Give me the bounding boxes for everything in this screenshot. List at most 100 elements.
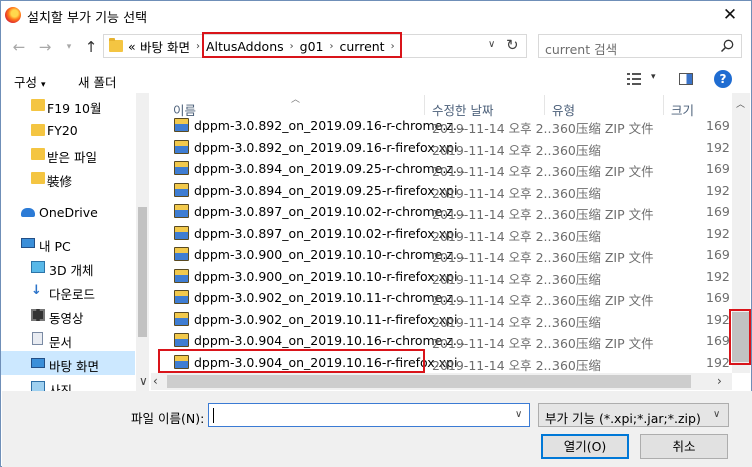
folder-icon xyxy=(31,172,45,184)
address-bar[interactable]: « › 바탕 화면 › AltusAddons › g01 › current … xyxy=(103,32,527,58)
nav-item-renovation[interactable]: 裝修 xyxy=(1,166,135,190)
nav-item-documents[interactable]: 문서 xyxy=(1,327,135,351)
scroll-left-icon[interactable]: ‹ xyxy=(153,374,158,388)
file-name: dppm-3.0.892_on_2019.09.16-r-chrome.z... xyxy=(194,118,465,133)
file-list-horizontal-scrollbar[interactable]: ‹ › xyxy=(151,373,732,390)
folder-icon xyxy=(109,38,123,52)
window-title: 설치할 부가 기능 선택 xyxy=(27,11,148,26)
file-date: 2019-11-14 오후 2... xyxy=(432,271,556,287)
cancel-button[interactable]: 취소 xyxy=(640,434,728,459)
file-row[interactable]: dppm-3.0.902_on_2019.10.11-r-chrome.z...… xyxy=(151,287,731,309)
download-icon: ↓ xyxy=(31,283,42,298)
search-placeholder: current 검색 xyxy=(545,42,618,57)
computer-icon xyxy=(21,238,35,248)
file-row[interactable]: dppm-3.0.900_on_2019.10.10-r-firefox.xpi… xyxy=(151,266,731,288)
search-input[interactable]: current 검색 xyxy=(538,34,742,58)
file-row[interactable]: dppm-3.0.894_on_2019.09.25-r-firefox.xpi… xyxy=(151,180,731,202)
file-name: dppm-3.0.897_on_2019.10.02-r-chrome.z... xyxy=(194,204,465,219)
help-icon[interactable]: ? xyxy=(714,70,732,88)
file-date: 2019-11-14 오후 2... xyxy=(432,293,556,308)
preview-pane-icon[interactable] xyxy=(679,73,693,85)
file-list: dppm-3.0.892_on_2019.09.16-r-chrome.z...… xyxy=(151,115,731,373)
up-arrow-icon[interactable]: ↑ xyxy=(81,37,101,57)
file-row[interactable]: dppm-3.0.892_on_2019.09.16-r-chrome.z...… xyxy=(151,115,731,137)
new-folder-button[interactable]: 새 폴더 xyxy=(78,72,116,91)
text-caret xyxy=(213,408,214,423)
file-row[interactable]: dppm-3.0.897_on_2019.10.02-r-firefox.xpi… xyxy=(151,223,731,245)
nav-item-label: 문서 xyxy=(49,335,73,350)
file-name: dppm-3.0.897_on_2019.10.02-r-firefox.xpi xyxy=(194,225,458,241)
navigation-pane: F19 10월 FY20 받은 파일 裝修 OneDrive 내 PC 3D 개… xyxy=(1,93,135,391)
zip-archive-icon xyxy=(174,311,189,326)
nav-item-onedrive[interactable]: OneDrive xyxy=(1,200,135,224)
organize-button[interactable]: 구성 ▾ xyxy=(14,72,46,91)
breadcrumb-desktop[interactable]: 바탕 화면 xyxy=(140,37,190,56)
file-row[interactable]: dppm-3.0.897_on_2019.10.02-r-chrome.z...… xyxy=(151,201,731,223)
nav-item-received-files[interactable]: 받은 파일 xyxy=(1,142,135,166)
folder-icon xyxy=(31,99,45,111)
recent-locations-chevron-icon[interactable]: ▾ xyxy=(59,37,79,57)
file-row[interactable]: dppm-3.0.892_on_2019.09.16-r-firefox.xpi… xyxy=(151,137,731,159)
file-size: 169K xyxy=(706,118,731,133)
nav-item-f19[interactable]: F19 10월 xyxy=(1,93,135,117)
nav-item-this-pc[interactable]: 내 PC xyxy=(1,231,135,255)
zip-archive-icon xyxy=(174,118,189,132)
nav-item-fy20[interactable]: FY20 xyxy=(1,118,135,142)
nav-item-label: 받은 파일 xyxy=(47,150,97,165)
nav-item-label: 사진 xyxy=(49,383,73,391)
cube-icon xyxy=(31,261,45,273)
sort-ascending-icon: ︿ xyxy=(291,95,301,105)
file-size: 169K xyxy=(706,247,731,262)
chevron-down-icon[interactable]: ∨ xyxy=(488,39,495,50)
back-arrow-icon[interactable]: ← xyxy=(9,37,29,57)
refresh-icon[interactable]: ↻ xyxy=(506,36,519,54)
nav-item-desktop[interactable]: 바탕 화면 xyxy=(1,351,135,375)
zip-archive-icon xyxy=(174,290,189,304)
chevron-down-icon: ▾ xyxy=(41,80,46,90)
file-type: 360压缩 ZIP 文件 xyxy=(552,293,654,308)
horizontal-scrollbar-thumb[interactable] xyxy=(167,375,691,388)
view-dropdown-icon[interactable]: ▾ xyxy=(651,72,656,82)
scroll-up-icon[interactable]: ︿ xyxy=(736,97,745,110)
nav-item-3d-objects[interactable]: 3D 개체 xyxy=(1,255,135,279)
chevron-down-icon[interactable]: ∨ xyxy=(515,409,522,420)
file-row[interactable]: dppm-3.0.894_on_2019.09.25-r-chrome.z...… xyxy=(151,158,731,180)
open-button[interactable]: 열기(O) xyxy=(541,434,629,459)
nav-item-downloads[interactable]: ↓ 다운로드 xyxy=(1,279,135,303)
file-date: 2019-11-14 오후 2... xyxy=(432,207,556,222)
column-divider[interactable] xyxy=(544,95,545,115)
nav-item-label: 3D 개체 xyxy=(49,263,94,278)
nav-scrollbar-thumb[interactable] xyxy=(138,207,147,337)
scroll-right-icon[interactable]: › xyxy=(717,374,722,388)
chevron-down-icon: ∨ xyxy=(713,409,721,420)
forward-arrow-icon[interactable]: → xyxy=(35,37,55,57)
chevron-right-icon: › xyxy=(195,40,200,52)
file-date: 2019-11-14 오후 2... xyxy=(432,142,556,158)
file-date: 2019-11-14 오후 2... xyxy=(432,336,556,351)
file-type: 360压缩 ZIP 文件 xyxy=(552,336,654,351)
nav-scroll-down-icon[interactable]: ∨ xyxy=(139,374,148,388)
nav-item-videos[interactable]: 동영상 xyxy=(1,303,135,327)
nav-scrollbar[interactable] xyxy=(136,93,149,391)
file-type-filter-value: 부가 기능 (*.xpi;*.jar;*.zip) xyxy=(545,411,701,426)
column-divider[interactable] xyxy=(663,95,664,115)
file-row[interactable]: dppm-3.0.900_on_2019.10.10-r-chrome.z...… xyxy=(151,244,731,266)
close-icon[interactable]: ✕ xyxy=(717,2,743,28)
file-type: 360压缩 ZIP 文件 xyxy=(552,121,654,136)
file-date: 2019-11-14 오후 2... xyxy=(432,228,556,244)
address-highlight-box xyxy=(202,32,402,58)
firefox-icon xyxy=(5,7,21,23)
file-type: 360压缩 ZIP 文件 xyxy=(552,207,654,222)
nav-item-pictures[interactable]: 사진 xyxy=(1,375,135,391)
view-options-icon[interactable] xyxy=(627,73,641,85)
column-divider[interactable] xyxy=(424,95,425,115)
filename-input[interactable]: ∨ xyxy=(208,403,530,427)
file-row[interactable]: dppm-3.0.902_on_2019.10.11-r-firefox.xpi… xyxy=(151,309,731,331)
file-size: 192K xyxy=(706,182,731,198)
nav-item-label: FY20 xyxy=(47,123,78,138)
file-size: 192K xyxy=(706,354,731,370)
file-name: dppm-3.0.894_on_2019.09.25-r-firefox.xpi xyxy=(194,182,458,198)
zip-archive-icon xyxy=(174,161,189,175)
breadcrumb-overflow[interactable]: « xyxy=(128,39,136,54)
file-type-filter-select[interactable]: 부가 기능 (*.xpi;*.jar;*.zip) ∨ xyxy=(538,403,729,427)
